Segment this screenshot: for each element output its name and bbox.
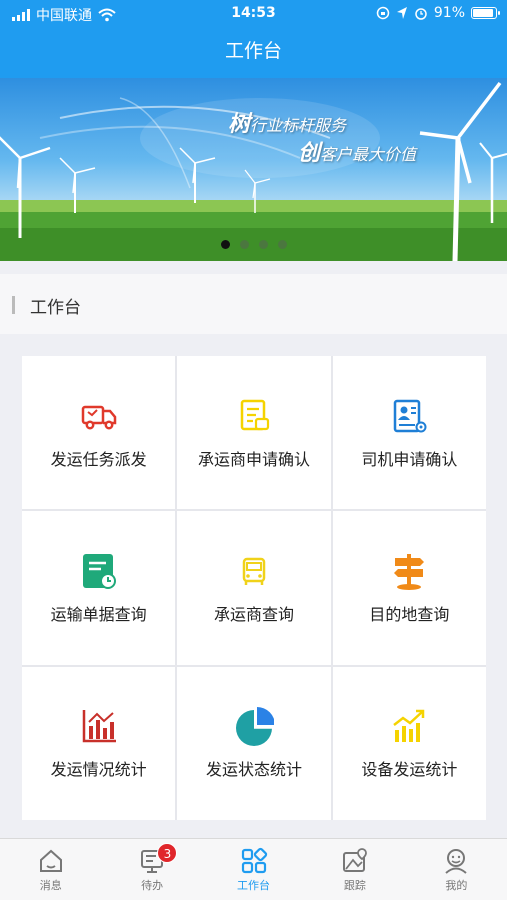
alarm-icon — [415, 8, 427, 20]
banner-carousel[interactable]: 树行业标杆服务 创客户最大价值 — [0, 78, 507, 261]
tab-profile[interactable]: 我的 — [406, 839, 507, 900]
section-marker — [12, 296, 15, 314]
grid-item-label: 发运任务派发 — [50, 449, 147, 469]
tab-tracking[interactable]: 跟踪 — [304, 839, 405, 900]
grid-item-waybill-query[interactable]: 运输单据查询 — [22, 511, 176, 665]
tab-messages[interactable]: 消息 — [0, 839, 101, 900]
carousel-dot[interactable] — [239, 240, 249, 249]
grid-item-driver-apply[interactable]: 司机申请确认 — [332, 356, 486, 510]
bar-chart-icon — [82, 710, 116, 743]
orientation-lock-icon — [376, 6, 390, 20]
battery-icon — [471, 7, 500, 19]
grid-item-label: 运输单据查询 — [50, 604, 147, 624]
tab-label: 工作台 — [237, 879, 271, 892]
grid-item-label: 设备发运统计 — [361, 760, 458, 780]
tab-label: 跟踪 — [343, 879, 366, 892]
todo-badge: 3 — [157, 843, 178, 863]
grid-item-destination-query[interactable]: 目的地查询 — [332, 511, 486, 665]
home-icon — [39, 849, 62, 872]
document-edit-icon — [240, 399, 270, 430]
carousel-dot[interactable] — [220, 240, 230, 249]
banner-slogan-2: 创客户最大价值 — [298, 141, 417, 166]
grid-item-label: 发运情况统计 — [50, 760, 147, 780]
truck-icon — [81, 405, 116, 430]
grid-item-label: 承运商申请确认 — [197, 449, 310, 469]
tab-todo[interactable]: 3 待办 — [101, 839, 202, 900]
tab-workbench[interactable]: 工作台 — [203, 839, 304, 900]
section-header: 工作台 — [0, 274, 507, 334]
map-pin-icon — [342, 848, 367, 872]
location-icon — [396, 7, 407, 19]
battery-percent: 91% — [433, 5, 465, 21]
grid-item-carrier-apply[interactable]: 承运商申请确认 — [177, 356, 331, 510]
user-icon — [445, 849, 467, 874]
tab-label: 我的 — [445, 879, 468, 892]
waybill-clock-icon — [82, 553, 116, 589]
driver-profile-icon — [394, 399, 427, 433]
bottom-tab-bar: 消息 3 待办 工作台 跟踪 我的 — [0, 838, 507, 900]
grid-item-equipment-stats[interactable]: 设备发运统计 — [332, 666, 486, 820]
grid-item-carrier-query[interactable]: 承运商查询 — [177, 511, 331, 665]
grid-item-label: 承运商查询 — [213, 604, 294, 624]
grid-item-status-stats[interactable]: 发运状态统计 — [177, 666, 331, 820]
tab-label: 待办 — [141, 879, 164, 892]
banner-slogan-1: 树行业标杆服务 — [228, 112, 347, 137]
grid-item-shipping-stats[interactable]: 发运情况统计 — [22, 666, 176, 820]
grid-item-label: 司机申请确认 — [361, 449, 458, 469]
carousel-indicator — [0, 240, 507, 249]
tab-label: 消息 — [39, 879, 62, 892]
status-bar: 中国联通 14:53 91% — [0, 0, 507, 28]
pie-chart-icon — [235, 707, 274, 747]
signpost-icon — [394, 553, 425, 590]
carousel-dot[interactable] — [258, 240, 268, 249]
grid-item-label: 目的地查询 — [369, 604, 450, 624]
section-title: 工作台 — [30, 298, 81, 318]
grid-item-dispatch[interactable]: 发运任务派发 — [22, 356, 176, 510]
carousel-dot[interactable] — [277, 240, 287, 249]
page-title: 工作台 — [0, 28, 507, 78]
function-grid: 发运任务派发 承运商申请确认 司机申请确认 运输单据查询 承运商查询 目的地查询… — [22, 356, 486, 820]
vehicle-front-icon — [242, 557, 266, 585]
grid-item-label: 发运状态统计 — [205, 760, 302, 780]
grid-icon — [241, 847, 267, 874]
trend-chart-icon — [393, 710, 425, 743]
